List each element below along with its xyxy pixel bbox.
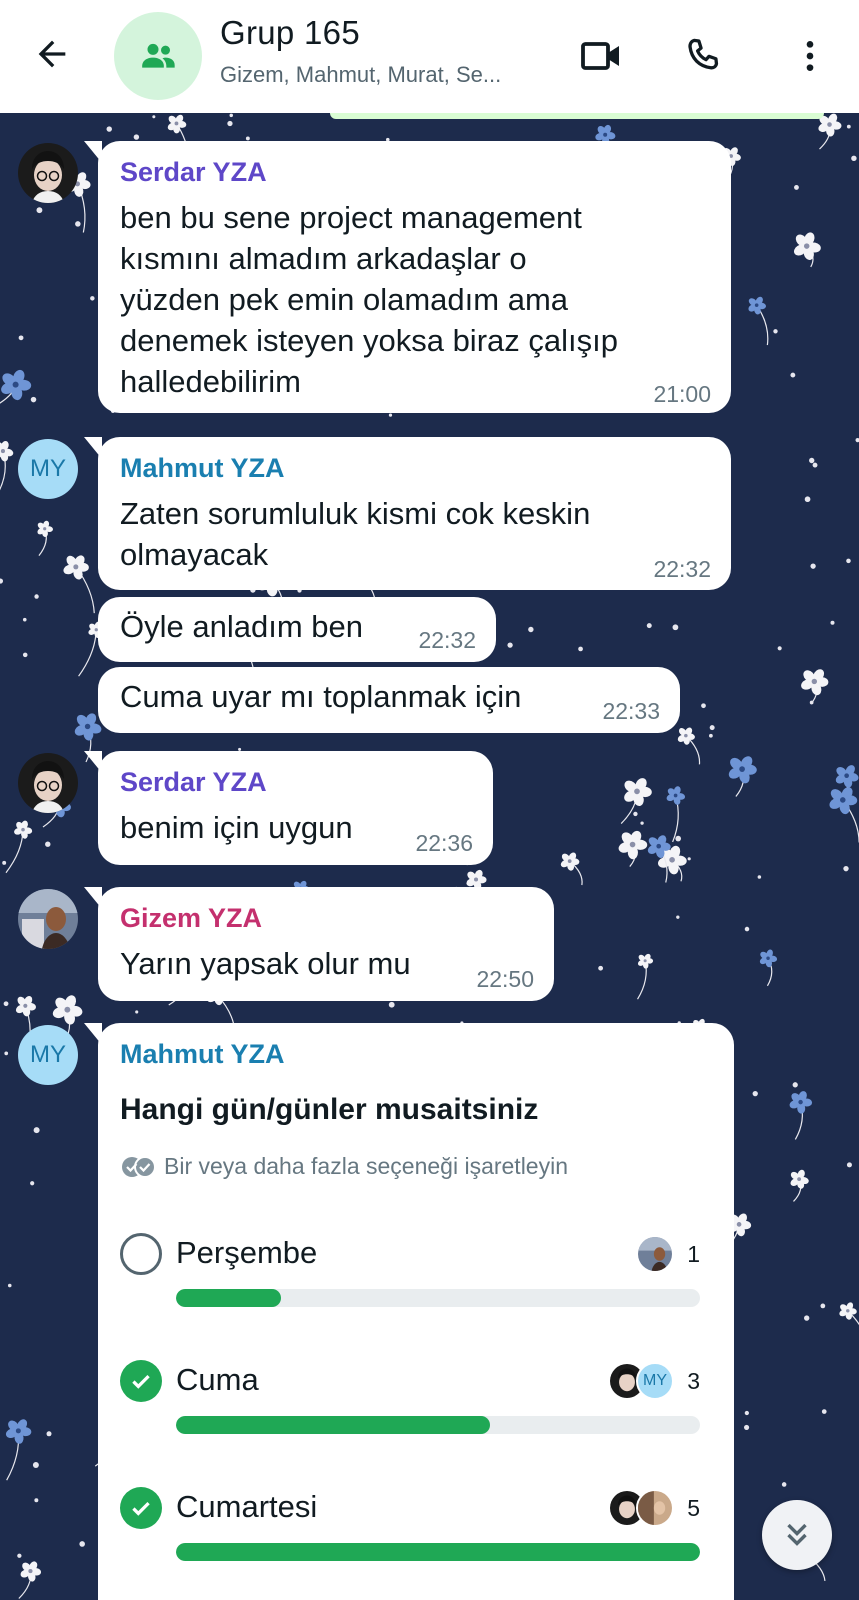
message-bubble[interactable]: Serdar YZA benim için uygun 22:36 bbox=[84, 751, 493, 865]
message-time: 21:00 bbox=[653, 381, 711, 407]
chat-title[interactable]: Grup 165 bbox=[220, 14, 360, 52]
sender-name: Serdar YZA bbox=[120, 157, 267, 187]
message-time: 22:32 bbox=[418, 627, 476, 653]
avatar-initials: MY bbox=[30, 455, 66, 482]
group-avatar[interactable] bbox=[114, 12, 202, 100]
poll-progress-track bbox=[176, 1543, 700, 1561]
avatar-initials: MY bbox=[30, 1041, 66, 1068]
message-text: Öyle anladım ben bbox=[120, 609, 363, 644]
poll-radio-checked[interactable] bbox=[120, 1487, 162, 1529]
back-button[interactable] bbox=[24, 26, 80, 82]
poll-vote-count: 3 bbox=[687, 1368, 700, 1394]
more-options-button[interactable] bbox=[782, 28, 838, 84]
check-icon bbox=[132, 1374, 150, 1389]
message-bubble[interactable]: Serdar YZA ben bu sene project managemen… bbox=[84, 141, 731, 413]
poll-progress-track bbox=[176, 1416, 700, 1434]
double-check-icon bbox=[122, 1155, 156, 1178]
avatar-photo bbox=[18, 143, 78, 203]
group-icon bbox=[142, 43, 175, 68]
poll-voters[interactable]: MY bbox=[608, 1362, 674, 1400]
poll-voters[interactable] bbox=[608, 1489, 674, 1527]
double-chevron-down-icon bbox=[787, 1523, 807, 1546]
poll-hint-text: Bir veya daha fazla seçeneği işaretleyin bbox=[164, 1153, 569, 1179]
more-vertical-icon bbox=[806, 41, 814, 71]
message-bubble[interactable]: Cuma uyar mı toplanmak için 22:33 bbox=[98, 667, 680, 733]
message-text: Cuma uyar mı toplanmak için bbox=[120, 679, 522, 714]
message-line: halledebilirim bbox=[120, 364, 301, 399]
avatar-photo bbox=[18, 889, 78, 949]
previous-message-edge bbox=[330, 113, 824, 119]
poll-option[interactable]: Cumartesi 5 bbox=[120, 1487, 700, 1567]
voter-avatar bbox=[636, 1235, 674, 1273]
poll-radio-checked[interactable] bbox=[120, 1360, 162, 1402]
message-line: yüzden pek emin olamadım ama bbox=[120, 282, 569, 317]
message-bubble[interactable]: Gizem YZA Yarın yapsak olur mu 22:50 bbox=[84, 887, 554, 1001]
message-line: denemek isteyen yoksa biraz çalışıp bbox=[120, 323, 618, 358]
message-time: 22:36 bbox=[415, 830, 473, 856]
poll-progress-fill bbox=[176, 1416, 491, 1434]
message-time: 22:50 bbox=[476, 966, 534, 992]
voter-avatar bbox=[636, 1489, 674, 1527]
poll-vote-count: 5 bbox=[687, 1495, 700, 1521]
chat-area[interactable]: Serdar YZA ben bu sene project managemen… bbox=[0, 113, 859, 1600]
sender-name: Mahmut YZA bbox=[120, 1039, 285, 1069]
poll-option[interactable]: Perşembe 1 bbox=[120, 1233, 700, 1313]
chat-members[interactable]: Gizem, Mahmut, Murat, Se... bbox=[220, 62, 560, 88]
sender-name: Mahmut YZA bbox=[120, 453, 285, 483]
avatar-serdar[interactable] bbox=[18, 143, 78, 203]
avatar-gizem[interactable] bbox=[18, 889, 78, 949]
avatar-mahmut[interactable]: MY bbox=[18, 1025, 78, 1085]
poll-option-label: Cuma bbox=[176, 1362, 259, 1397]
chat-header: Grup 165 Gizem, Mahmut, Murat, Se... bbox=[0, 0, 859, 113]
poll-progress-fill bbox=[176, 1289, 281, 1307]
sender-name: Gizem YZA bbox=[120, 903, 263, 933]
phone-icon bbox=[688, 38, 719, 70]
avatar-mahmut[interactable]: MY bbox=[18, 439, 78, 499]
message-line: olmayacak bbox=[120, 537, 269, 572]
arrow-left-icon bbox=[38, 40, 66, 68]
message-line: kısmını almadım arkadaşlar o bbox=[120, 241, 527, 276]
poll-radio-unchecked[interactable] bbox=[120, 1233, 162, 1275]
poll-vote-count: 1 bbox=[687, 1241, 700, 1267]
video-call-button[interactable] bbox=[574, 28, 630, 84]
message-bubble[interactable]: Mahmut YZA Zaten sorumluluk kismi cok ke… bbox=[84, 437, 731, 590]
poll-hint: Bir veya daha fazla seçeneği işaretleyin bbox=[120, 1153, 568, 1180]
message-text: benim için uygun bbox=[120, 810, 353, 845]
poll-option[interactable]: Cuma MY 3 bbox=[120, 1360, 700, 1440]
message-line: ben bu sene project management bbox=[120, 200, 582, 235]
poll-progress-track bbox=[176, 1289, 700, 1307]
poll-option-label: Perşembe bbox=[176, 1235, 318, 1270]
poll-message[interactable]: Mahmut YZA Hangi gün/günler musaitsiniz … bbox=[84, 1023, 734, 1600]
poll-progress-fill bbox=[176, 1543, 700, 1561]
message-text: Yarın yapsak olur mu bbox=[120, 946, 411, 981]
avatar-photo bbox=[18, 753, 78, 813]
message-time: 22:32 bbox=[653, 556, 711, 582]
message-time: 22:33 bbox=[602, 698, 660, 724]
check-icon bbox=[132, 1501, 150, 1516]
voter-avatar: MY bbox=[636, 1362, 674, 1400]
avatar-serdar[interactable] bbox=[18, 753, 78, 813]
voice-call-button[interactable] bbox=[676, 28, 732, 84]
poll-question: Hangi gün/günler musaitsiniz bbox=[120, 1093, 539, 1126]
message-line: Zaten sorumluluk kismi cok keskin bbox=[120, 496, 591, 531]
poll-option-label: Cumartesi bbox=[176, 1489, 318, 1524]
poll-voters[interactable] bbox=[636, 1235, 674, 1273]
sender-name: Serdar YZA bbox=[120, 767, 267, 797]
message-bubble[interactable]: Öyle anladım ben 22:32 bbox=[98, 597, 496, 662]
video-call-icon bbox=[581, 42, 619, 70]
scroll-to-bottom-button[interactable] bbox=[762, 1500, 832, 1570]
